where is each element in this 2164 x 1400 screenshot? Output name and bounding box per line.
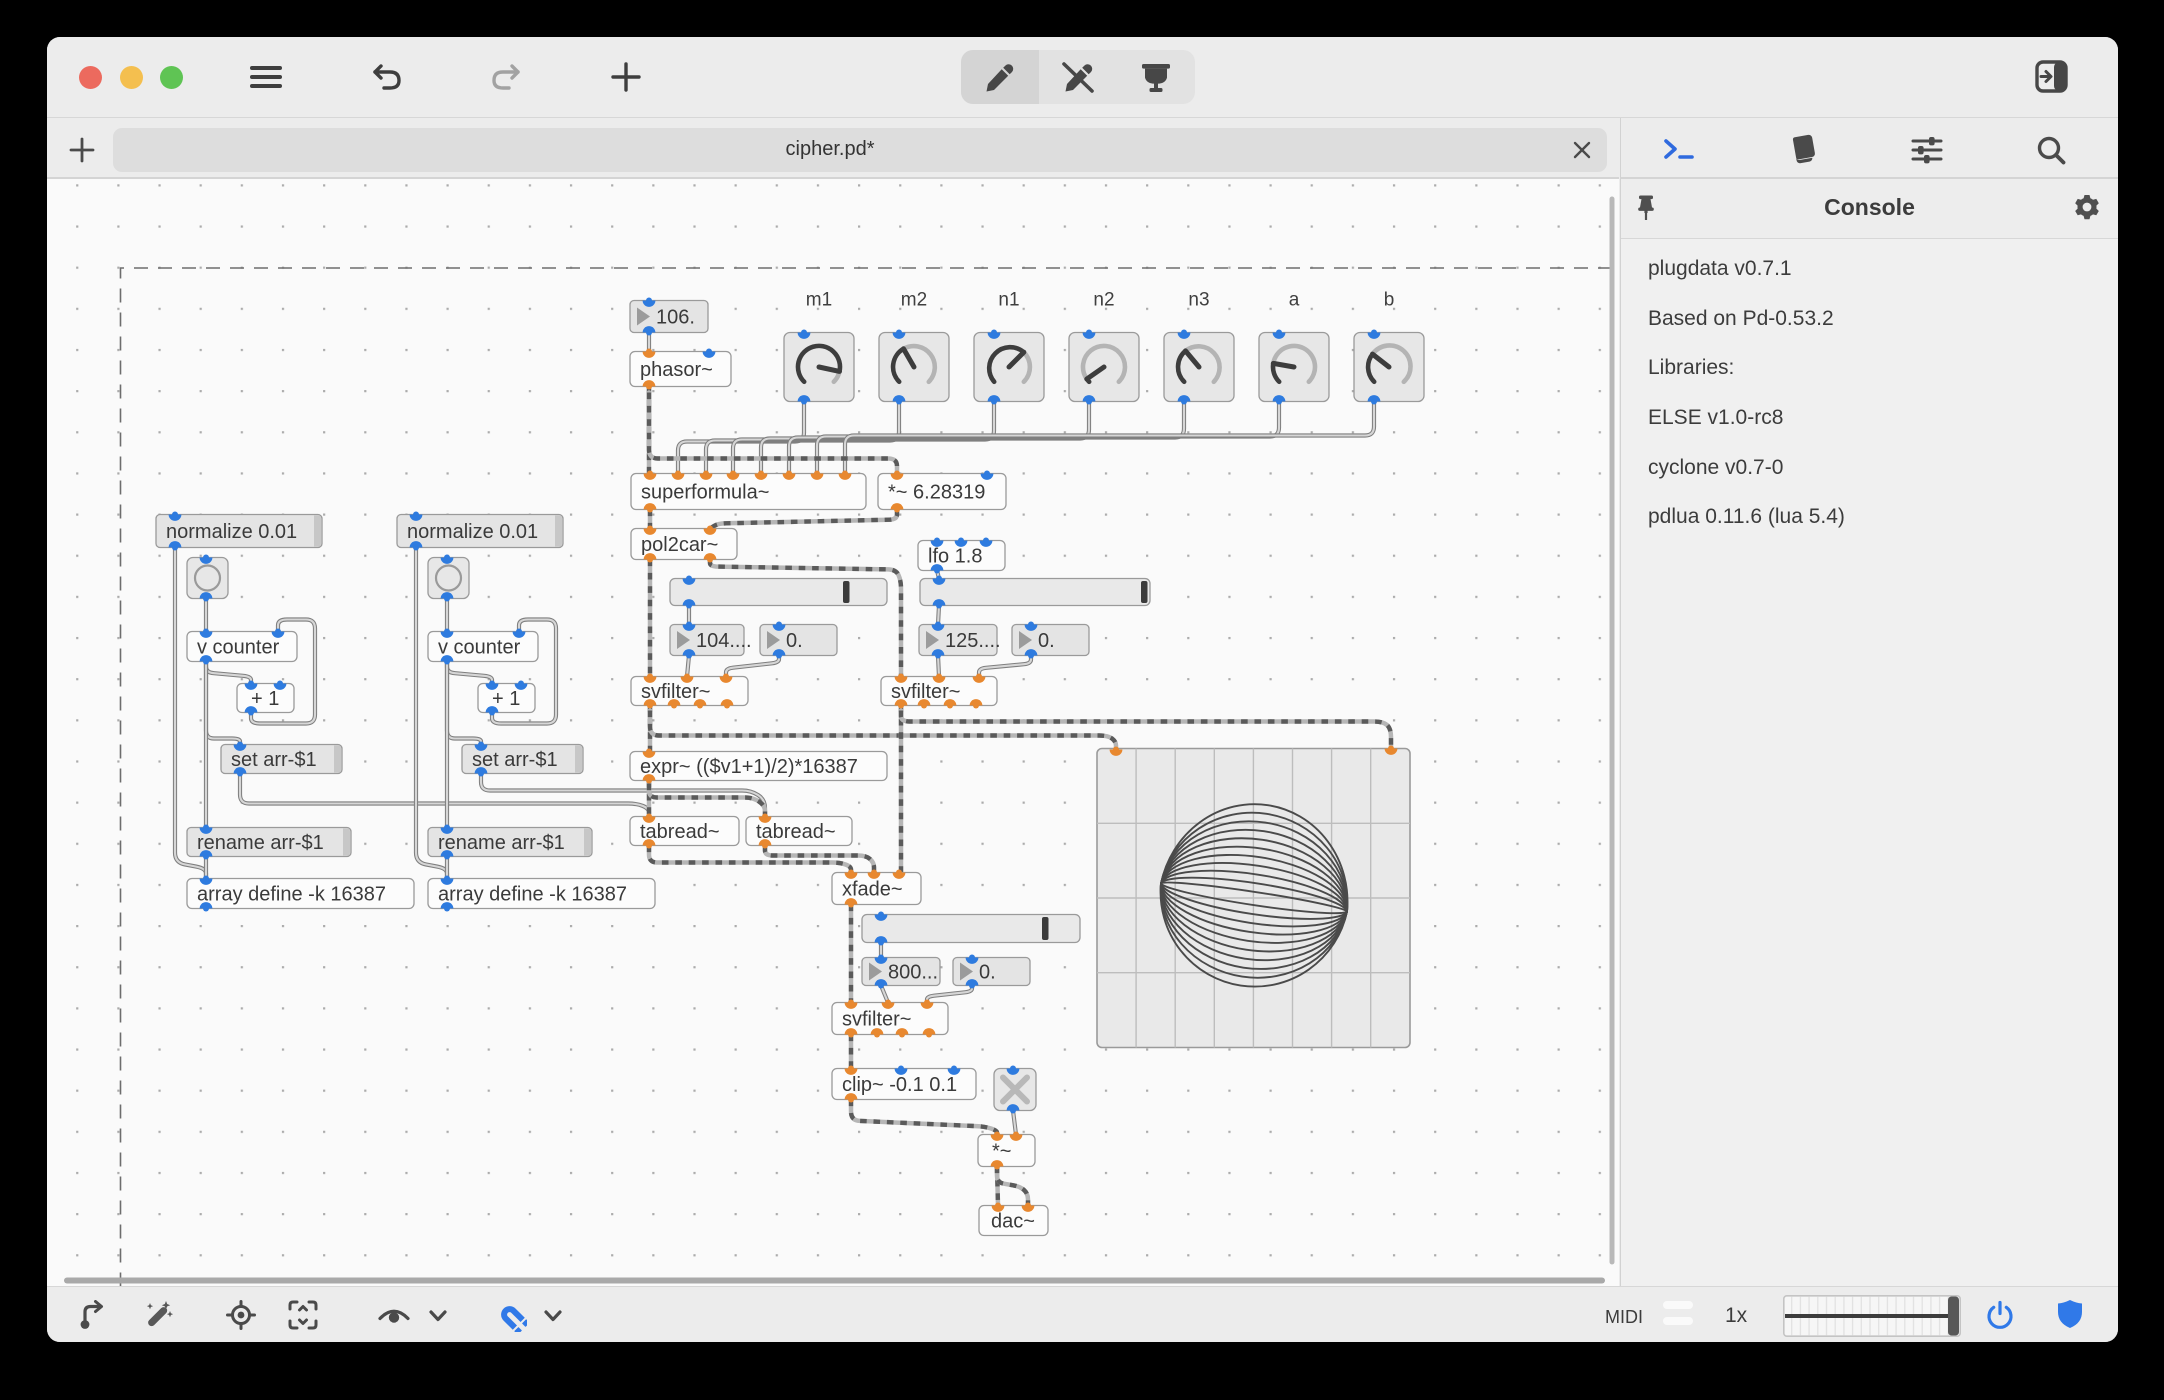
svg-text:rename arr-$1: rename arr-$1 (197, 832, 324, 854)
svg-text:normalize 0.01: normalize 0.01 (166, 521, 297, 543)
svg-text:set arr-$1: set arr-$1 (231, 749, 317, 771)
svg-text:normalize 0.01: normalize 0.01 (407, 521, 538, 543)
svg-text:pol2car~: pol2car~ (641, 534, 718, 556)
svg-text:phasor~: phasor~ (640, 359, 713, 381)
svg-text:800...: 800... (888, 961, 938, 983)
svg-text:tabread~: tabread~ (640, 821, 720, 843)
svg-text:xfade~: xfade~ (842, 878, 903, 900)
svg-text:v counter: v counter (197, 636, 280, 658)
svg-text:125....: 125.... (945, 630, 1001, 652)
svg-text:+ 1: + 1 (251, 688, 279, 710)
svg-text:n1: n1 (998, 289, 1019, 310)
svg-text:v counter: v counter (438, 636, 521, 658)
svg-text:m1: m1 (806, 289, 832, 310)
svg-text:0.: 0. (786, 630, 803, 652)
svg-text:n2: n2 (1093, 289, 1114, 310)
svg-text:svfilter~: svfilter~ (842, 1008, 911, 1030)
svg-text:a: a (1289, 289, 1300, 310)
svg-text:tabread~: tabread~ (756, 821, 836, 843)
svg-text:106.: 106. (656, 306, 695, 328)
svg-text:array define -k 16387: array define -k 16387 (197, 883, 386, 905)
svg-text:b: b (1384, 289, 1395, 310)
svg-text:rename arr-$1: rename arr-$1 (438, 832, 565, 854)
svg-text:n3: n3 (1188, 289, 1209, 310)
svg-text:*~ 6.28319: *~ 6.28319 (888, 481, 985, 503)
svg-text:superformula~: superformula~ (641, 481, 769, 503)
svg-text:*~: *~ (992, 1140, 1011, 1162)
svg-text:dac~: dac~ (991, 1210, 1035, 1232)
svg-text:m2: m2 (901, 289, 927, 310)
svg-text:0.: 0. (979, 961, 996, 983)
svg-text:+ 1: + 1 (492, 688, 520, 710)
svg-text:expr~ (($v1+1)/2)*16387: expr~ (($v1+1)/2)*16387 (640, 756, 858, 778)
svg-text:clip~ -0.1 0.1: clip~ -0.1 0.1 (842, 1074, 957, 1096)
svg-text:array define -k 16387: array define -k 16387 (438, 883, 627, 905)
svg-text:set arr-$1: set arr-$1 (472, 749, 558, 771)
svg-text:104....: 104.... (696, 630, 752, 652)
svg-text:0.: 0. (1038, 630, 1055, 652)
